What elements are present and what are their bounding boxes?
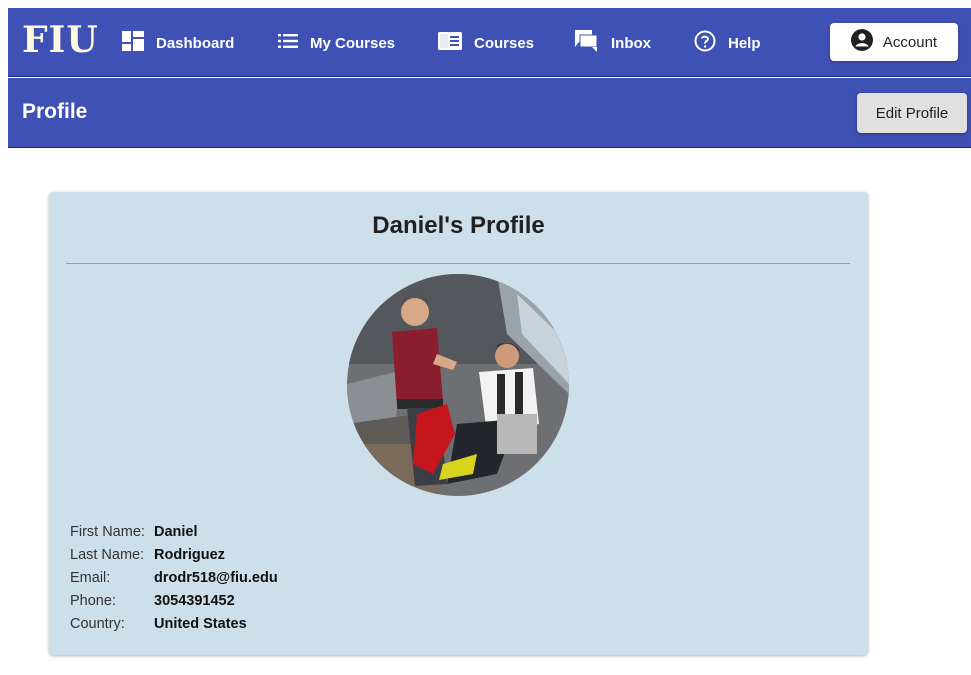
last-name-value: Rodriguez: [154, 547, 225, 563]
country-row: Country: United States: [70, 613, 278, 636]
last-name-row: Last Name: Rodriguez: [70, 544, 278, 567]
profile-photo: [347, 274, 569, 496]
list-icon: [278, 34, 310, 52]
country-value: United States: [154, 616, 247, 632]
divider: [66, 263, 850, 264]
courses-icon: [438, 32, 474, 54]
nav-help[interactable]: Help: [694, 30, 761, 56]
nav-my-courses[interactable]: My Courses: [278, 30, 395, 56]
first-name-value: Daniel: [154, 524, 198, 540]
inbox-icon: [575, 30, 611, 56]
page-title: Profile: [22, 100, 88, 123]
first-name-row: First Name: Daniel: [70, 521, 278, 544]
profile-card: Daniel's Profile First Name: Daniel Last…: [49, 192, 868, 655]
nav-inbox-label: Inbox: [611, 34, 651, 52]
country-label: Country:: [70, 616, 125, 632]
phone-row: Phone: 3054391452: [70, 590, 278, 613]
phone-label: Phone:: [70, 593, 116, 609]
help-icon: [694, 30, 728, 56]
first-name-label: First Name:: [70, 524, 145, 540]
nav-courses-label: Courses: [474, 34, 535, 52]
last-name-label: Last Name:: [70, 547, 145, 563]
profile-details: First Name: Daniel Last Name: Rodriguez …: [70, 521, 278, 636]
nav-help-label: Help: [728, 34, 761, 52]
nav-inbox[interactable]: Inbox: [575, 30, 651, 56]
account-button[interactable]: Account: [830, 23, 958, 61]
nav-dashboard-label: Dashboard: [156, 34, 235, 52]
top-navigation-bar: FIU Dashboard My Courses Courses Inbox H…: [8, 8, 971, 77]
email-value: drodr518@fiu.edu: [154, 570, 278, 586]
account-circle-icon: [850, 29, 883, 55]
nav-dashboard[interactable]: Dashboard: [122, 30, 234, 56]
page-header-bar: Profile Edit Profile: [8, 78, 971, 148]
account-label: Account: [882, 33, 938, 51]
fiu-logo[interactable]: FIU: [22, 18, 99, 62]
nav-courses[interactable]: Courses: [438, 30, 534, 56]
email-row: Email: drodr518@fiu.edu: [70, 567, 278, 590]
dashboard-icon: [122, 31, 156, 55]
edit-profile-button[interactable]: Edit Profile: [857, 93, 967, 133]
email-label: Email:: [70, 570, 111, 586]
phone-value: 3054391452: [154, 593, 235, 609]
profile-heading: Daniel's Profile: [372, 212, 545, 239]
nav-my-courses-label: My Courses: [310, 34, 396, 52]
